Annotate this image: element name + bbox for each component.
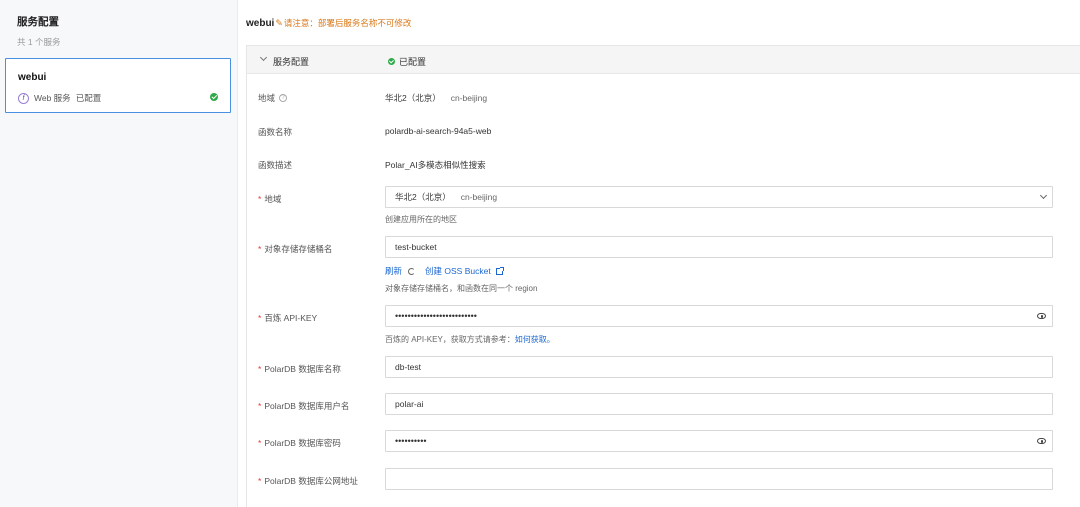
refresh-icon[interactable] [408, 267, 416, 275]
dbuser-input[interactable]: polar-ai [385, 393, 1053, 415]
dbname-label-text: PolarDB 数据库名称 [264, 364, 341, 374]
fn-desc-label-text: 函数描述 [258, 160, 293, 170]
info-region-code: cn-beijing [450, 93, 488, 103]
dbaddr-label: * PolarDB 数据库公网地址 [258, 476, 358, 486]
panel-header[interactable]: 服务配置 已配置 [247, 46, 1080, 74]
apikey-input[interactable]: •••••••••••••••••••••••••• [385, 305, 1053, 327]
check-circle-icon [388, 58, 395, 65]
dbuser-label-text: PolarDB 数据库用户名 [264, 401, 350, 411]
check-circle-icon [210, 93, 218, 101]
region-hint: 创建应用所在的地区 [385, 215, 457, 224]
info-region-label: 地域 ? [258, 92, 288, 104]
dbuser-label: * PolarDB 数据库用户名 [258, 401, 350, 411]
function-icon: f [18, 92, 29, 104]
region-select[interactable]: 华北2（北京） cn-beijing [385, 186, 1053, 208]
name-warning: 请注意：部署后服务名称不可修改 [283, 18, 412, 28]
fn-desc-label: 函数描述 [258, 159, 292, 171]
bucket-hint: 对象存储存储桶名，和函数在同一个 region [385, 284, 538, 293]
pencil-icon[interactable]: ✎ [275, 18, 283, 29]
region-select-code: cn-beijing [460, 192, 498, 202]
bucket-label: * 对象存储存储桶名 [258, 244, 333, 254]
service-sidebar: 服务配置 共 1 个服务 webui f Web 服务 已配置 [0, 0, 238, 507]
dbuser-input-value: polar-ai [395, 399, 424, 409]
current-service-name: webui [246, 17, 275, 29]
apikey-input-value: •••••••••••••••••••••••••• [395, 311, 477, 321]
refresh-link[interactable]: 刷新 [385, 265, 402, 277]
question-icon[interactable]: ? [279, 94, 288, 102]
info-region-name: 华北2（北京） [385, 93, 441, 103]
info-region-label-text: 地域 [258, 93, 276, 103]
service-status: 已配置 [75, 93, 102, 103]
dbaddr-label-text: PolarDB 数据库公网地址 [264, 476, 358, 486]
bucket-input-value: test-bucket [395, 242, 437, 252]
bucket-input[interactable]: test-bucket [385, 236, 1053, 258]
service-count: 共 1 个服务 [17, 37, 61, 47]
service-name: webui [18, 72, 47, 83]
service-type: Web 服务 [34, 93, 71, 103]
region-select-value: 华北2（北京） [395, 192, 451, 202]
bucket-label-text: 对象存储存储桶名 [264, 244, 333, 254]
chevron-down-icon [1039, 191, 1048, 200]
service-meta: f Web 服务 已配置 [18, 92, 101, 104]
dbaddr-input[interactable] [385, 468, 1053, 490]
dbname-input-value: db-test [395, 362, 421, 372]
apikey-hint-text: 百炼的 API-KEY，获取方式请参考： [385, 335, 515, 344]
apikey-label: * 百炼 API-KEY [258, 313, 318, 323]
panel-status-text: 已配置 [399, 57, 427, 67]
fn-name-label: 函数名称 [258, 126, 292, 138]
dbpass-input-value: •••••••••• [395, 436, 427, 446]
dbname-label: * PolarDB 数据库名称 [258, 364, 341, 374]
sidebar-title: 服务配置 [17, 16, 59, 28]
external-link-icon[interactable] [495, 266, 504, 275]
eye-icon[interactable] [1037, 438, 1046, 444]
eye-icon[interactable] [1037, 313, 1046, 319]
region-label: * 地域 [258, 194, 282, 204]
how-to-get-link[interactable]: 如何获取。 [515, 335, 555, 344]
fn-name-value: polardb-ai-search-94a5-web [385, 126, 492, 136]
dbpass-label-text: PolarDB 数据库密码 [264, 438, 341, 448]
fn-name-label-text: 函数名称 [258, 127, 293, 137]
info-region-value: 华北2（北京） cn-beijing [385, 92, 487, 104]
panel-title: 服务配置 [273, 57, 310, 67]
fn-desc-value: Polar_AI多模态相似性搜索 [385, 160, 486, 170]
panel-status: 已配置 [388, 55, 426, 68]
dbpass-input[interactable]: •••••••••• [385, 430, 1053, 452]
service-card-webui[interactable]: webui f Web 服务 已配置 [5, 58, 231, 113]
create-oss-bucket-link[interactable]: 创建 OSS Bucket [425, 265, 491, 277]
service-name-header: webui ✎ 请注意：部署后服务名称不可修改 [246, 17, 411, 29]
apikey-hint: 百炼的 API-KEY，获取方式请参考：如何获取。 [385, 334, 555, 345]
chevron-down-icon[interactable] [259, 53, 268, 62]
bucket-links: 刷新 创建 OSS Bucket [385, 265, 504, 277]
region-label-text: 地域 [264, 194, 282, 204]
dbname-input[interactable]: db-test [385, 356, 1053, 378]
apikey-label-text: 百炼 API-KEY [264, 313, 318, 323]
dbpass-label: * PolarDB 数据库密码 [258, 438, 341, 448]
